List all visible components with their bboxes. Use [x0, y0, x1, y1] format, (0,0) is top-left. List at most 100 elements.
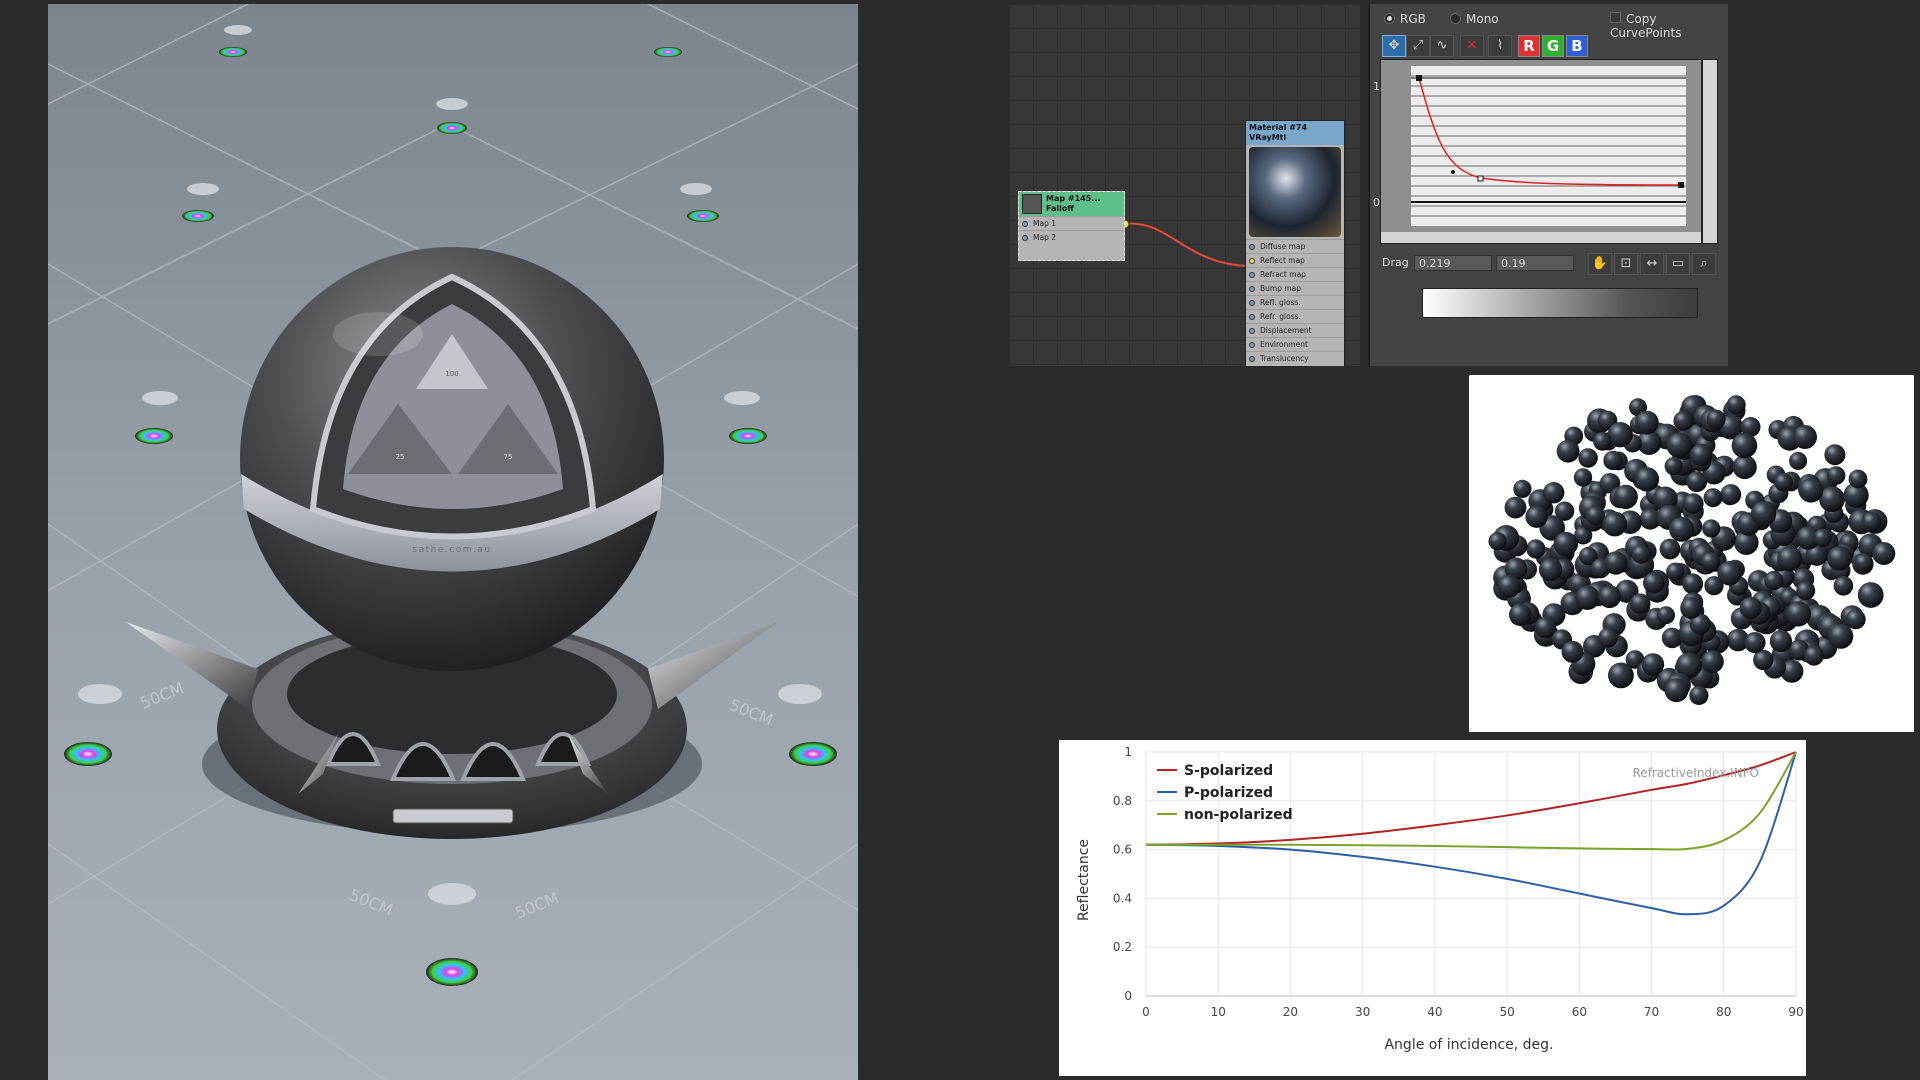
curve-y-field[interactable]: 0.19: [1496, 255, 1574, 271]
chart-x-tick-label: 20: [1283, 1005, 1298, 1019]
legend-label: P-polarized: [1184, 785, 1273, 801]
zoom-icon[interactable]: ⌕: [1692, 253, 1716, 275]
triangle-number: 25: [396, 453, 405, 461]
bead: [1702, 519, 1721, 538]
green-channel-button[interactable]: G: [1542, 35, 1564, 57]
slot-bump-map[interactable]: Bump map: [1246, 281, 1344, 295]
chart-x-tick-label: 80: [1716, 1005, 1731, 1019]
curve-hscrollbar[interactable]: [1381, 232, 1701, 243]
material-node-title: Material #74: [1249, 123, 1308, 132]
chart-y-tick-label: 0: [1124, 989, 1132, 1003]
falloff-map-node[interactable]: Map #145... Falloff Map 1 Map 2: [1018, 191, 1125, 261]
bead: [1673, 411, 1694, 431]
material-node-type: VRayMtl: [1249, 133, 1287, 142]
map-slot-2[interactable]: Map 2: [1019, 230, 1124, 244]
bead: [1643, 572, 1665, 594]
insert-point-icon[interactable]: ∿: [1430, 35, 1454, 57]
bead: [1526, 539, 1546, 559]
move-point-icon[interactable]: ✥: [1382, 35, 1406, 57]
slot-diffuse-map[interactable]: Diffuse map: [1246, 239, 1344, 253]
map-slot-1[interactable]: Map 1: [1019, 216, 1124, 230]
bead: [1680, 597, 1702, 619]
chart-watermark: RefractiveIndex.INFO: [1632, 766, 1759, 780]
chart-y-tick-label: 0.2: [1113, 940, 1132, 954]
bead: [1703, 488, 1723, 508]
bead: [1796, 581, 1816, 601]
copy-curvepoints-checkbox[interactable]: Copy CurvePoints: [1610, 12, 1728, 40]
curve-y-top-label: 1: [1373, 80, 1380, 93]
reset-curve-icon[interactable]: ⌇: [1488, 35, 1512, 57]
chart-x-tick-label: 90: [1788, 1005, 1803, 1019]
bead: [1556, 439, 1580, 463]
bead: [1664, 457, 1683, 476]
black-beads-photo: [1469, 375, 1914, 732]
bead: [1664, 678, 1689, 703]
slate-node-editor[interactable]: Map #145... Falloff Map 1 Map 2 Material…: [1009, 4, 1360, 366]
bead: [1659, 538, 1681, 560]
bead: [1631, 544, 1651, 564]
zoom-region-icon[interactable]: ▭: [1666, 253, 1690, 275]
bead: [1608, 662, 1634, 689]
bead: [1833, 576, 1854, 596]
bead: [1861, 511, 1882, 532]
bead: [1682, 573, 1704, 595]
chart-x-axis-title: Angle of incidence, deg.: [1384, 1037, 1553, 1053]
curve-plot: [1381, 60, 1701, 243]
chart-y-tick-label: 0.4: [1113, 891, 1132, 905]
zoom-horizontal-icon[interactable]: ↔: [1640, 253, 1664, 275]
slot-refl-gloss[interactable]: Refl. gloss.: [1246, 295, 1344, 309]
bead: [1603, 450, 1623, 471]
bead: [1578, 448, 1598, 468]
curve-x-field[interactable]: 0.219: [1414, 255, 1492, 271]
chart-svg: 0 10 20 30 40 50 60 70 80 90 0 0.2 0.4 0.6 0.8 1 S-pola…: [1076, 745, 1804, 1053]
scale-point-icon[interactable]: ⤢: [1406, 35, 1430, 57]
pan-icon[interactable]: ✋: [1588, 253, 1612, 275]
slot-refr-gloss[interactable]: Refr. gloss.: [1246, 309, 1344, 323]
curve-graph[interactable]: 1 0: [1373, 59, 1702, 244]
bead: [1789, 451, 1808, 470]
map-node-title: Map #145...: [1046, 194, 1101, 203]
slot-reflect-map[interactable]: Reflect map: [1246, 253, 1344, 267]
bead: [1854, 553, 1873, 572]
map-node-type: Falloff: [1046, 204, 1074, 213]
curve-vscrollbar[interactable]: [1702, 59, 1718, 244]
zoom-extents-icon[interactable]: ⊡: [1614, 253, 1638, 275]
bead: [1827, 546, 1852, 571]
bead: [1824, 444, 1846, 466]
chart-y-tick-label: 0.6: [1113, 843, 1132, 857]
delete-point-icon[interactable]: ✕: [1460, 35, 1484, 57]
bead: [1717, 560, 1742, 586]
bead: [1629, 593, 1651, 614]
chart-x-tick-label: 10: [1211, 1005, 1226, 1019]
bead: [1669, 516, 1695, 542]
blue-channel-button[interactable]: B: [1566, 35, 1588, 57]
bead: [1726, 395, 1746, 415]
vraymtl-node[interactable]: Material #74 VRayMtl Diffuse map Reflect…: [1245, 120, 1345, 366]
bead: [1706, 409, 1726, 429]
render-image: 50CM 50CM 50CM 50CM sathe.com.au 100 25 …: [48, 4, 858, 1080]
material-render-preview: 50CM 50CM 50CM 50CM sathe.com.au 100 25 …: [48, 4, 858, 1080]
band-text: sathe.com.au: [412, 545, 491, 555]
bead: [1525, 505, 1548, 528]
bead: [1604, 551, 1628, 575]
bead: [1826, 466, 1846, 485]
bead: [1634, 467, 1660, 492]
slot-translucency[interactable]: Translucency: [1246, 351, 1344, 365]
bead: [1509, 603, 1532, 626]
red-channel-button[interactable]: R: [1518, 35, 1540, 57]
chart-x-tick-label: 30: [1355, 1005, 1370, 1019]
bead: [1701, 650, 1724, 673]
mono-radio[interactable]: Mono: [1450, 12, 1499, 26]
bead: [1553, 531, 1578, 557]
bead: [1666, 432, 1693, 458]
slot-refract-map[interactable]: Refract map: [1246, 267, 1344, 281]
drag-label: Drag: [1382, 256, 1409, 269]
slot-displacement[interactable]: Displacement: [1246, 323, 1344, 337]
bead: [1488, 532, 1507, 551]
bead: [1777, 546, 1803, 572]
chart-x-tick-label: 50: [1499, 1005, 1514, 1019]
rgb-radio[interactable]: RGB: [1384, 12, 1426, 26]
slot-environment[interactable]: Environment: [1246, 337, 1344, 351]
bead: [1732, 454, 1757, 480]
bead: [1764, 570, 1784, 591]
